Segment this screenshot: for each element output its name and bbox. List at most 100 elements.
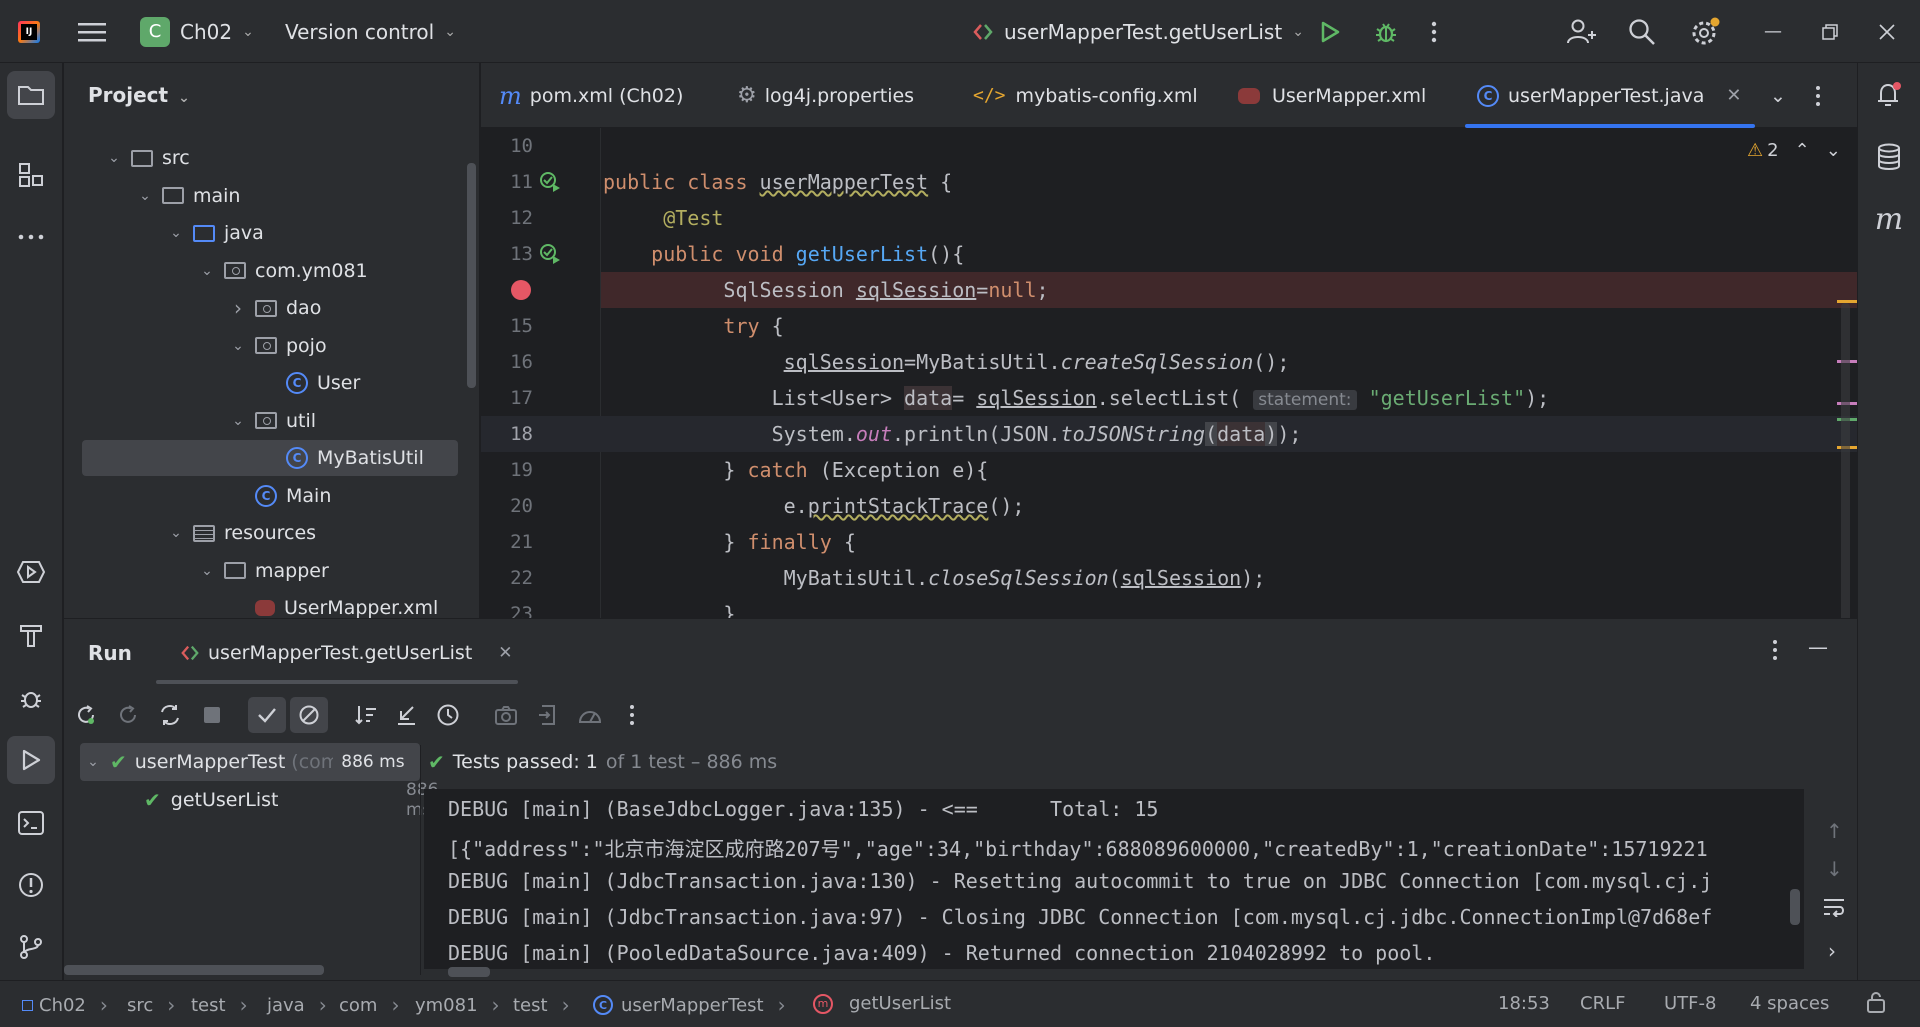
- console-output[interactable]: DEBUG [main] (BaseJdbcLogger.java:135) -…: [424, 789, 1804, 969]
- test-case-row[interactable]: ✔ getUserList 886 ms: [144, 780, 438, 820]
- export-icon[interactable]: [532, 699, 564, 731]
- tab-usermapper-xml[interactable]: UserMapper.xml: [1238, 63, 1426, 128]
- tab-pom-xml[interactable]: m pom.xml (Ch02): [499, 63, 683, 128]
- scroll-down-icon[interactable]: ↓: [1826, 857, 1843, 881]
- history-clock-icon[interactable]: [432, 699, 464, 731]
- tree-item-util[interactable]: ⌄ util: [82, 403, 458, 439]
- breadcrumb-item[interactable]: m getUserList: [813, 993, 951, 1014]
- close-tab-icon[interactable]: ✕: [1726, 85, 1741, 106]
- file-encoding[interactable]: UTF-8: [1664, 993, 1716, 1014]
- test-tree-hscroll[interactable]: [64, 965, 324, 975]
- tree-item-java[interactable]: ⌄ java: [82, 215, 458, 251]
- breadcrumb-item[interactable]: Ch02 ›: [22, 993, 108, 1017]
- tree-item-com-ym081[interactable]: ⌄ com.ym081: [82, 253, 458, 289]
- indent-setting[interactable]: 4 spaces: [1750, 993, 1829, 1014]
- soft-wrap-icon[interactable]: [1822, 897, 1846, 922]
- toggle-auto-test-icon[interactable]: [154, 699, 186, 731]
- vcs-menu[interactable]: Version control ⌄: [285, 0, 456, 63]
- line-separator[interactable]: CRLF: [1580, 993, 1625, 1014]
- intellij-logo[interactable]: [18, 0, 40, 63]
- breakpoint-icon[interactable]: [511, 280, 531, 300]
- close-window-button[interactable]: [1879, 0, 1895, 63]
- tab-log4j-properties[interactable]: ⚙ log4j.properties: [737, 63, 914, 128]
- splitter[interactable]: [420, 745, 421, 975]
- maven-icon[interactable]: m: [1865, 195, 1913, 243]
- next-highlight-icon[interactable]: ⌄: [1826, 140, 1841, 161]
- show-passed-toggle[interactable]: [248, 697, 286, 733]
- screenshot-camera-icon[interactable]: [490, 699, 522, 731]
- project-panel-title[interactable]: Project ⌄: [88, 83, 190, 107]
- chevron-down-icon[interactable]: ⌄: [196, 563, 218, 579]
- debug-button[interactable]: [1373, 0, 1399, 63]
- breadcrumb-item[interactable]: src ›: [127, 993, 175, 1017]
- restore-button[interactable]: [1822, 0, 1838, 63]
- stop-icon[interactable]: [196, 699, 228, 731]
- chevron-down-icon[interactable]: ⌄: [196, 263, 218, 279]
- breadcrumb-item[interactable]: com ›: [339, 993, 399, 1017]
- lock-icon[interactable]: [1866, 991, 1886, 1018]
- tree-item-src[interactable]: ⌄ src: [82, 140, 458, 176]
- tabs-dropdown-icon[interactable]: ⌄: [1770, 63, 1786, 128]
- chevron-down-icon[interactable]: ⌄: [227, 413, 249, 429]
- more-tools-icon[interactable]: [7, 213, 55, 261]
- run-config-selector[interactable]: userMapperTest.getUserList ⌄: [972, 0, 1304, 63]
- show-ignored-toggle[interactable]: [290, 697, 328, 733]
- tree-item-pojo[interactable]: ⌄ pojo: [82, 328, 458, 364]
- inspection-widget[interactable]: ⚠ 2 ⌃ ⌄: [1747, 140, 1841, 161]
- previous-highlight-icon[interactable]: ⌃: [1795, 140, 1810, 161]
- database-icon[interactable]: [1865, 133, 1913, 181]
- console-hscroll[interactable]: [448, 967, 490, 977]
- chevron-right-icon[interactable]: ›: [227, 296, 249, 320]
- search-icon[interactable]: [1628, 0, 1656, 63]
- run-button[interactable]: [1318, 0, 1342, 63]
- build-hammer-icon[interactable]: [7, 611, 55, 659]
- breadcrumb-item[interactable]: test ›: [191, 993, 248, 1017]
- tree-item-mybatisutil[interactable]: C MyBatisUtil: [82, 440, 458, 476]
- services-icon[interactable]: [7, 548, 55, 596]
- chevron-down-icon[interactable]: ⌄: [165, 225, 187, 241]
- main-menu-icon[interactable]: [78, 0, 106, 63]
- caret-position[interactable]: 18:53: [1498, 993, 1550, 1014]
- chevron-down-icon[interactable]: ⌄: [165, 525, 187, 541]
- tree-item-user[interactable]: C User: [82, 365, 458, 401]
- run-test-gutter-icon[interactable]: [539, 171, 561, 198]
- rerun-failed-icon[interactable]: [112, 699, 144, 731]
- tree-item-main[interactable]: C Main: [82, 478, 458, 514]
- scroll-up-icon[interactable]: ↑: [1826, 819, 1843, 843]
- code-editor[interactable]: 10 11 public class userMapperTest { 12 @…: [481, 128, 1857, 618]
- breadcrumb-item[interactable]: CuserMapperTest ›: [593, 993, 786, 1017]
- problems-icon[interactable]: [7, 861, 55, 909]
- tab-scrollbar[interactable]: [156, 680, 518, 684]
- debug-bug-icon[interactable]: [7, 674, 55, 722]
- coverage-icon[interactable]: [574, 699, 606, 731]
- chevron-down-icon[interactable]: ⌄: [134, 188, 156, 204]
- git-icon[interactable]: [7, 923, 55, 971]
- test-suite-row[interactable]: ⌄ ✔ userMapperTest (com 886 ms: [82, 743, 422, 781]
- settings-gear-icon[interactable]: [1690, 0, 1720, 63]
- sort-icon[interactable]: [350, 699, 382, 731]
- breadcrumb-item[interactable]: ym081 ›: [415, 993, 500, 1017]
- run-more-icon[interactable]: [1772, 639, 1778, 666]
- rerun-icon[interactable]: [70, 699, 102, 731]
- chevron-down-icon[interactable]: ⌄: [227, 338, 249, 354]
- breadcrumb-item[interactable]: test ›: [513, 993, 570, 1017]
- more-actions-icon[interactable]: [1430, 0, 1438, 63]
- project-folder-icon[interactable]: [7, 71, 55, 119]
- run-toolbar-more-icon[interactable]: [616, 699, 648, 731]
- chevron-right-icon[interactable]: ›: [1828, 939, 1836, 963]
- minimize-button[interactable]: —: [1764, 0, 1782, 63]
- tab-usermappertest-java[interactable]: C userMapperTest.java ✕: [1465, 63, 1756, 128]
- terminal-icon[interactable]: [7, 799, 55, 847]
- structure-icon[interactable]: [7, 151, 55, 199]
- hide-panel-icon[interactable]: —: [1808, 635, 1828, 659]
- import-tests-icon[interactable]: [390, 699, 422, 731]
- add-user-icon[interactable]: [1566, 0, 1596, 63]
- chevron-down-icon[interactable]: ⌄: [103, 150, 125, 166]
- breadcrumb-item[interactable]: java ›: [267, 993, 327, 1017]
- tab-mybatis-config[interactable]: </> mybatis-config.xml: [973, 63, 1198, 128]
- tree-scrollbar[interactable]: [467, 163, 476, 388]
- project-switcher[interactable]: C Ch02 ⌄: [140, 0, 254, 63]
- notifications-bell-icon[interactable]: [1865, 71, 1913, 119]
- close-tab-icon[interactable]: ✕: [498, 643, 512, 663]
- run-tool-icon[interactable]: [7, 736, 55, 784]
